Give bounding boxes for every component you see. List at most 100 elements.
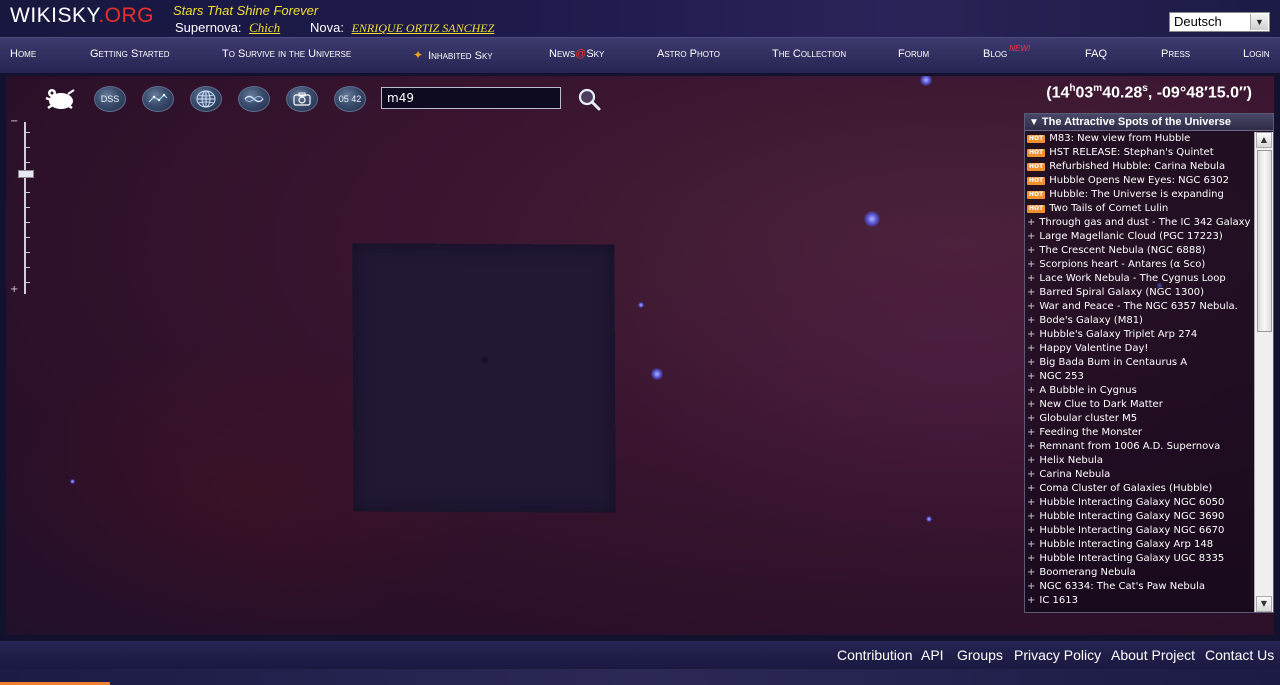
spot-list-item[interactable]: HOT Hubble Opens New Eyes: NGC 6302 <box>1025 174 1255 188</box>
nav-forum[interactable]: Forum <box>898 48 929 60</box>
hot-badge: HOT <box>1027 163 1046 171</box>
nav-home[interactable]: Home <box>10 48 36 60</box>
spot-list-item[interactable]: + Hubble's Galaxy Triplet Arp 274 <box>1025 328 1255 342</box>
nav-press-label: Press <box>1161 48 1191 60</box>
nav-astro-photo[interactable]: Astro Photo <box>657 48 720 60</box>
nav-home-label: Home <box>10 48 37 60</box>
spot-list-item[interactable]: HOT Two Tails of Comet Lulin <box>1025 202 1255 216</box>
constellations-button[interactable] <box>142 86 174 112</box>
spot-list-item[interactable]: + Through gas and dust - The IC 342 Galax… <box>1025 216 1255 230</box>
nav-collection-label: The Collection <box>772 48 847 60</box>
time-button[interactable]: 05 42 <box>334 86 366 112</box>
zoom-plus-icon[interactable]: + <box>10 284 18 295</box>
language-value: Deutsch <box>1174 14 1222 29</box>
nav-inhabited-sky[interactable]: ✦ Inhabited Sky <box>413 48 493 62</box>
zoom-tick <box>25 147 30 148</box>
language-select[interactable]: Deutsch ▼ <box>1169 12 1270 32</box>
nav-survive-universe[interactable]: To Survive in the Universe <box>222 48 351 60</box>
spots-scrollbar[interactable]: ▲ ▼ <box>1254 132 1273 612</box>
spot-label: Hubble Interacting Galaxy NGC 6050 <box>1039 497 1225 508</box>
star <box>638 302 644 308</box>
spot-list-item[interactable]: + Lace Work Nebula - The Cygnus Loop <box>1025 272 1255 286</box>
star <box>920 76 932 86</box>
spot-list-item[interactable]: + Happy Valentine Day! <box>1025 342 1255 356</box>
wikisky-frog-icon[interactable] <box>44 84 78 114</box>
nav-press[interactable]: Press <box>1161 48 1190 60</box>
spot-list-item[interactable]: HOT Refurbished Hubble: Carina Nebula <box>1025 160 1255 174</box>
spots-title: The Attractive Spots of the Universe <box>1041 116 1231 128</box>
spot-list-item[interactable]: + Hubble Interacting Galaxy NGC 3690 <box>1025 510 1255 524</box>
spot-list-item[interactable]: + New Clue to Dark Matter <box>1025 398 1255 412</box>
zoom-minus-icon[interactable]: − <box>10 116 18 127</box>
footer-contribution[interactable]: Contribution <box>837 647 913 663</box>
spot-list-item[interactable]: + Hubble Interacting Galaxy NGC 6670 <box>1025 524 1255 538</box>
spot-list-item[interactable]: + Globular cluster M5 <box>1025 412 1255 426</box>
nova-link[interactable]: ENRIQUE ORTIZ SANCHEZ <box>352 21 495 35</box>
spot-list-item[interactable]: + Big Bada Bum in Centaurus A <box>1025 356 1255 370</box>
spot-list-item[interactable]: + Bode's Galaxy (M81) <box>1025 314 1255 328</box>
spot-label: Boomerang Nebula <box>1039 567 1136 578</box>
nav-faq[interactable]: FAQ <box>1085 48 1107 60</box>
spot-list-item[interactable]: + NGC 253 <box>1025 370 1255 384</box>
collapse-triangle-icon: ▼ <box>1029 117 1039 128</box>
at-icon: @ <box>575 48 587 60</box>
zoom-tick <box>25 252 30 253</box>
site-header: WIKISKY.ORG Stars That Shine Forever Sup… <box>0 0 1280 37</box>
spot-label: Big Bada Bum in Centaurus A <box>1039 357 1188 368</box>
search-input[interactable] <box>381 87 561 109</box>
grid-button[interactable] <box>190 86 222 112</box>
spot-list-item[interactable]: + War and Peace - The NGC 6357 Nebula. <box>1025 300 1255 314</box>
spot-list-item[interactable]: + Helix Nebula <box>1025 454 1255 468</box>
spot-list-item[interactable]: + Carina Nebula <box>1025 468 1255 482</box>
spot-list-item[interactable]: + Remnant from 1006 A.D. Supernova <box>1025 440 1255 454</box>
search-icon[interactable] <box>576 86 602 112</box>
nav-collection[interactable]: The Collection <box>772 48 846 60</box>
spot-list-item[interactable]: HOT Hubble: The Universe is expanding <box>1025 188 1255 202</box>
expand-plus-icon: + <box>1027 259 1036 270</box>
expand-plus-icon: + <box>1027 301 1036 312</box>
spot-list-item[interactable]: + IC 1613 <box>1025 594 1255 608</box>
spots-panel-header[interactable]: ▼ The Attractive Spots of the Universe <box>1025 114 1273 131</box>
site-logo[interactable]: WIKISKY.ORG <box>10 4 154 28</box>
scroll-up-icon[interactable]: ▲ <box>1256 132 1272 148</box>
nav-blog[interactable]: Blog NEW! <box>983 44 1030 60</box>
scroll-thumb[interactable] <box>1257 150 1272 332</box>
nav-news-sky[interactable]: News@Sky <box>549 48 604 60</box>
zoom-slider[interactable]: − + <box>10 116 34 295</box>
spot-label: Hubble Interacting Galaxy NGC 6670 <box>1039 525 1225 536</box>
nav-inhabited-sky-label: Inhabited Sky <box>428 50 493 62</box>
spot-list-item[interactable]: + A Bubble in Cygnus <box>1025 384 1255 398</box>
expand-plus-icon: + <box>1027 483 1036 494</box>
spot-list-item[interactable]: + Hubble Interacting Galaxy Arp 148 <box>1025 538 1255 552</box>
spot-list-item[interactable]: + Large Magellanic Cloud (PGC 17223) <box>1025 230 1255 244</box>
spot-list-item[interactable]: + Hubble Interacting Galaxy UGC 8335 <box>1025 552 1255 566</box>
nav-login[interactable]: Login <box>1243 48 1270 60</box>
spot-list-item[interactable]: + Feeding the Monster <box>1025 426 1255 440</box>
sky-viewer[interactable]: DSS 05 42 (14h03m <box>6 76 1274 635</box>
spot-list-item[interactable]: + Hubble Interacting Galaxy NGC 6050 <box>1025 496 1255 510</box>
spot-list-item[interactable]: HOT M83: New view from Hubble <box>1025 132 1255 146</box>
footer-privacy-policy[interactable]: Privacy Policy <box>1014 647 1101 663</box>
footer-api[interactable]: API <box>921 647 944 663</box>
constellation-icon <box>148 93 168 103</box>
spot-list-item[interactable]: + The Crescent Nebula (NGC 6888) <box>1025 244 1255 258</box>
spot-list-item[interactable]: + Barred Spiral Galaxy (NGC 1300) <box>1025 286 1255 300</box>
snapshot-button[interactable] <box>286 86 318 112</box>
footer-about-project[interactable]: About Project <box>1111 647 1195 663</box>
spot-list-item[interactable]: + NGC 6334: The Cat's Paw Nebula <box>1025 580 1255 594</box>
spot-label: Hubble's Galaxy Triplet Arp 274 <box>1039 329 1198 340</box>
zoom-handle[interactable] <box>18 170 34 178</box>
dss-button[interactable]: DSS <box>94 86 126 112</box>
footer-contact-us[interactable]: Contact Us <box>1205 647 1274 663</box>
spot-list-item[interactable]: + Scorpions heart - Antares (α Sco) <box>1025 258 1255 272</box>
spot-list-item[interactable]: + Boomerang Nebula <box>1025 566 1255 580</box>
spot-list-item[interactable]: + Coma Cluster of Galaxies (Hubble) <box>1025 482 1255 496</box>
spot-list-item[interactable]: HOT HST RELEASE: Stephan's Quintet <box>1025 146 1255 160</box>
spot-label: Hubble: The Universe is expanding <box>1049 189 1224 200</box>
scroll-down-icon[interactable]: ▼ <box>1256 596 1272 612</box>
footer-groups[interactable]: Groups <box>957 647 1003 663</box>
nav-getting-started[interactable]: Getting Started <box>90 48 170 60</box>
milky-way-button[interactable] <box>238 86 270 112</box>
expand-plus-icon: + <box>1027 315 1036 326</box>
supernova-link[interactable]: Chich <box>249 20 280 35</box>
